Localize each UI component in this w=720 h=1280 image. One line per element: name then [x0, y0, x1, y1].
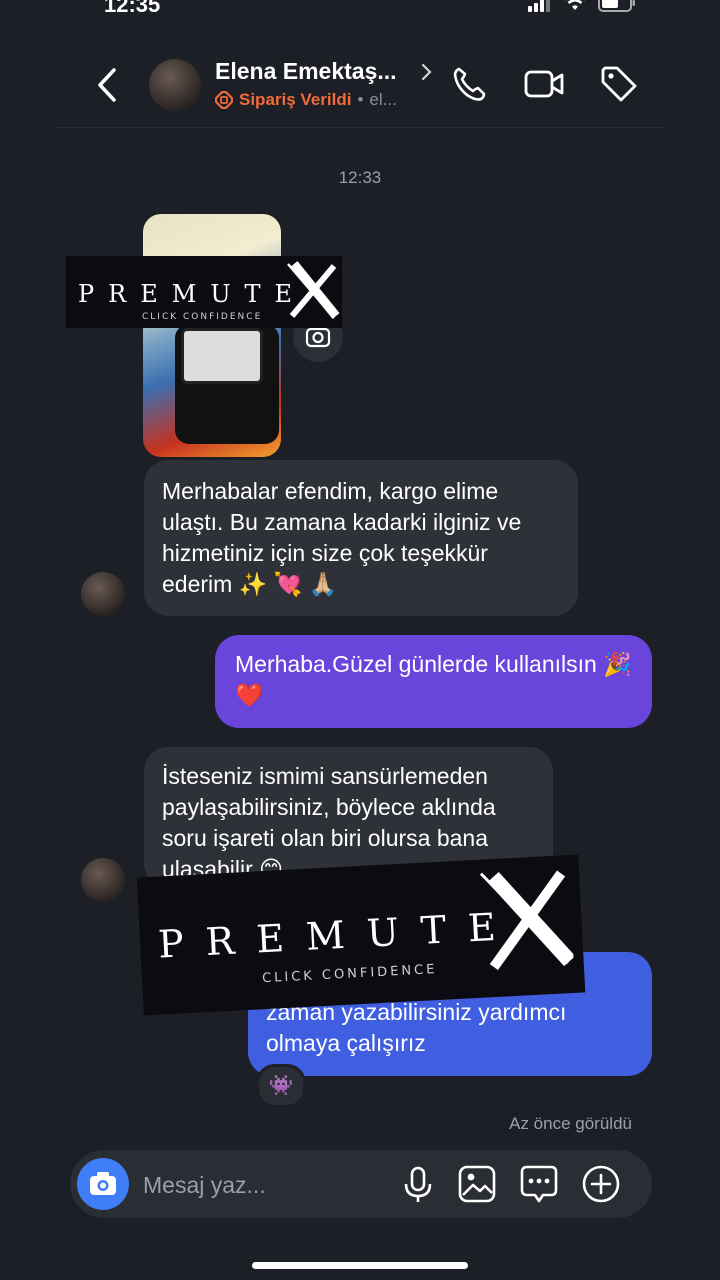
gallery-icon[interactable]: [457, 1164, 497, 1204]
home-indicator: [252, 1262, 468, 1269]
camera-icon: [90, 1172, 116, 1195]
photo-console-shape: [181, 328, 263, 384]
contact-name[interactable]: Elena Emektaş...: [215, 58, 397, 85]
seen-status: Az önce görüldü: [509, 1114, 632, 1133]
photo-message[interactable]: [143, 214, 281, 457]
watermark-brand: PREMUTE: [78, 280, 307, 308]
order-icon: [215, 91, 233, 109]
message-input[interactable]: [143, 1168, 383, 1202]
incoming-message[interactable]: Merhabalar efendim, kargo elime ulaştı. …: [144, 460, 578, 616]
tag-icon[interactable]: [599, 64, 639, 104]
watermark-tagline: CLICK CONFIDENCE: [142, 312, 263, 322]
video-call-icon[interactable]: [524, 64, 564, 104]
wifi-icon: [565, 0, 585, 10]
subtitle-extra: el...: [369, 90, 397, 109]
phone-icon[interactable]: [450, 64, 490, 104]
camera-button[interactable]: [77, 1158, 129, 1210]
watermark-tagline: CLICK CONFIDENCE: [261, 962, 438, 987]
battery-icon: [598, 0, 635, 12]
message-timestamp: 12:33: [338, 168, 382, 187]
signal-icon: [528, 0, 550, 12]
contact-avatar[interactable]: [149, 59, 201, 111]
sender-avatar[interactable]: [81, 572, 125, 616]
watermark-logo: PREMUTE CLICK CONFIDENCE: [136, 854, 586, 1016]
watermark-x-mark: [479, 870, 575, 971]
watermark-logo: PREMUTE CLICK CONFIDENCE: [66, 256, 342, 328]
sender-avatar[interactable]: [81, 858, 125, 902]
back-arrow-icon[interactable]: [92, 66, 122, 104]
header-subtitle[interactable]: Sipariş Verildi • el...: [215, 90, 397, 110]
subtitle-separator: •: [357, 90, 364, 109]
status-icons: [528, 0, 636, 12]
watermark-brand: PREMUTE: [157, 903, 519, 967]
microphone-icon[interactable]: [398, 1164, 438, 1204]
header-divider: [56, 127, 664, 128]
chat-bubble-icon[interactable]: [519, 1164, 559, 1204]
add-icon[interactable]: [581, 1164, 621, 1204]
message-reaction[interactable]: 👾: [256, 1064, 306, 1108]
outgoing-message[interactable]: Merhaba.Güzel günlerde kullanılsın 🎉❤️: [215, 635, 652, 728]
watermark-x-mark: [287, 261, 340, 319]
chevron-right-icon[interactable]: [420, 62, 434, 82]
status-time: 12:35: [104, 0, 161, 17]
order-status: Sipariş Verildi: [239, 90, 352, 109]
